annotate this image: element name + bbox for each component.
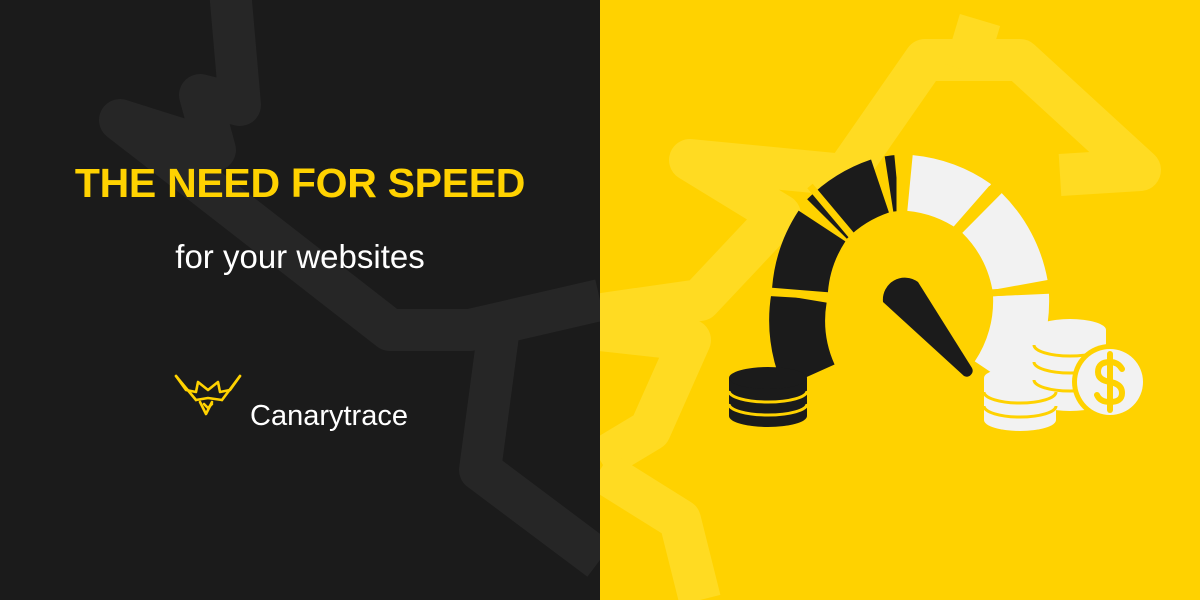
- brand-name: Canarytrace: [250, 400, 408, 432]
- headline: THE NEED FOR SPEED: [74, 160, 526, 206]
- canary-bird-logo-icon: [174, 374, 242, 416]
- promo-banner: THE NEED FOR SPEED for your websites Can…: [0, 0, 1200, 600]
- speedometer-icon: [759, 150, 1050, 393]
- brand-lockup[interactable]: Canarytrace: [172, 372, 452, 442]
- dollar-coin-icon: [1072, 344, 1148, 420]
- speed-cost-illustration: [727, 150, 1148, 431]
- subheadline: for your websites: [175, 238, 425, 275]
- coin-stack-icon: [727, 367, 809, 427]
